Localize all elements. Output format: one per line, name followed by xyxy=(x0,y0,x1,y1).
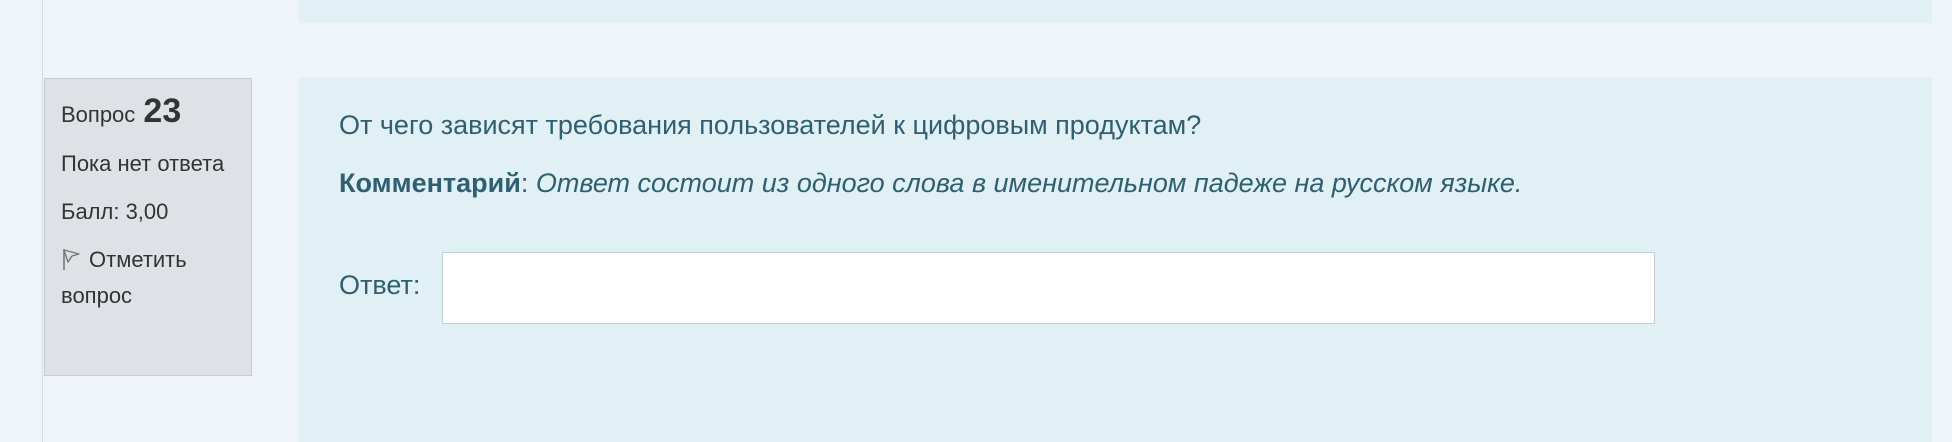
flag-question-link[interactable]: Отметить вопрос xyxy=(61,242,235,314)
question-text: От чего зависят требования пользователей… xyxy=(339,110,1202,140)
comment-label: Комментарий xyxy=(339,168,521,198)
question-number-value: 23 xyxy=(143,92,182,130)
question-grade: Балл: 3,00 xyxy=(61,199,169,224)
question-number: Вопрос 23 xyxy=(61,92,235,134)
question-number-prefix: Вопрос xyxy=(61,102,136,127)
question-info: Вопрос 23 Пока нет ответа Балл: 3,00 Отм… xyxy=(44,78,252,376)
question-content: От чего зависят требования пользователей… xyxy=(299,78,1932,442)
previous-question-content xyxy=(299,0,1932,23)
comment-text: Ответ состоит из одного слова в именител… xyxy=(528,168,1523,198)
question-comment: Комментарий: Ответ состоит из одного сло… xyxy=(339,166,1522,200)
left-rule xyxy=(42,0,43,442)
answer-input[interactable] xyxy=(442,252,1655,324)
question-state: Пока нет ответа xyxy=(61,151,225,176)
answer-label: Ответ: xyxy=(339,270,421,300)
flag-icon xyxy=(61,246,83,270)
